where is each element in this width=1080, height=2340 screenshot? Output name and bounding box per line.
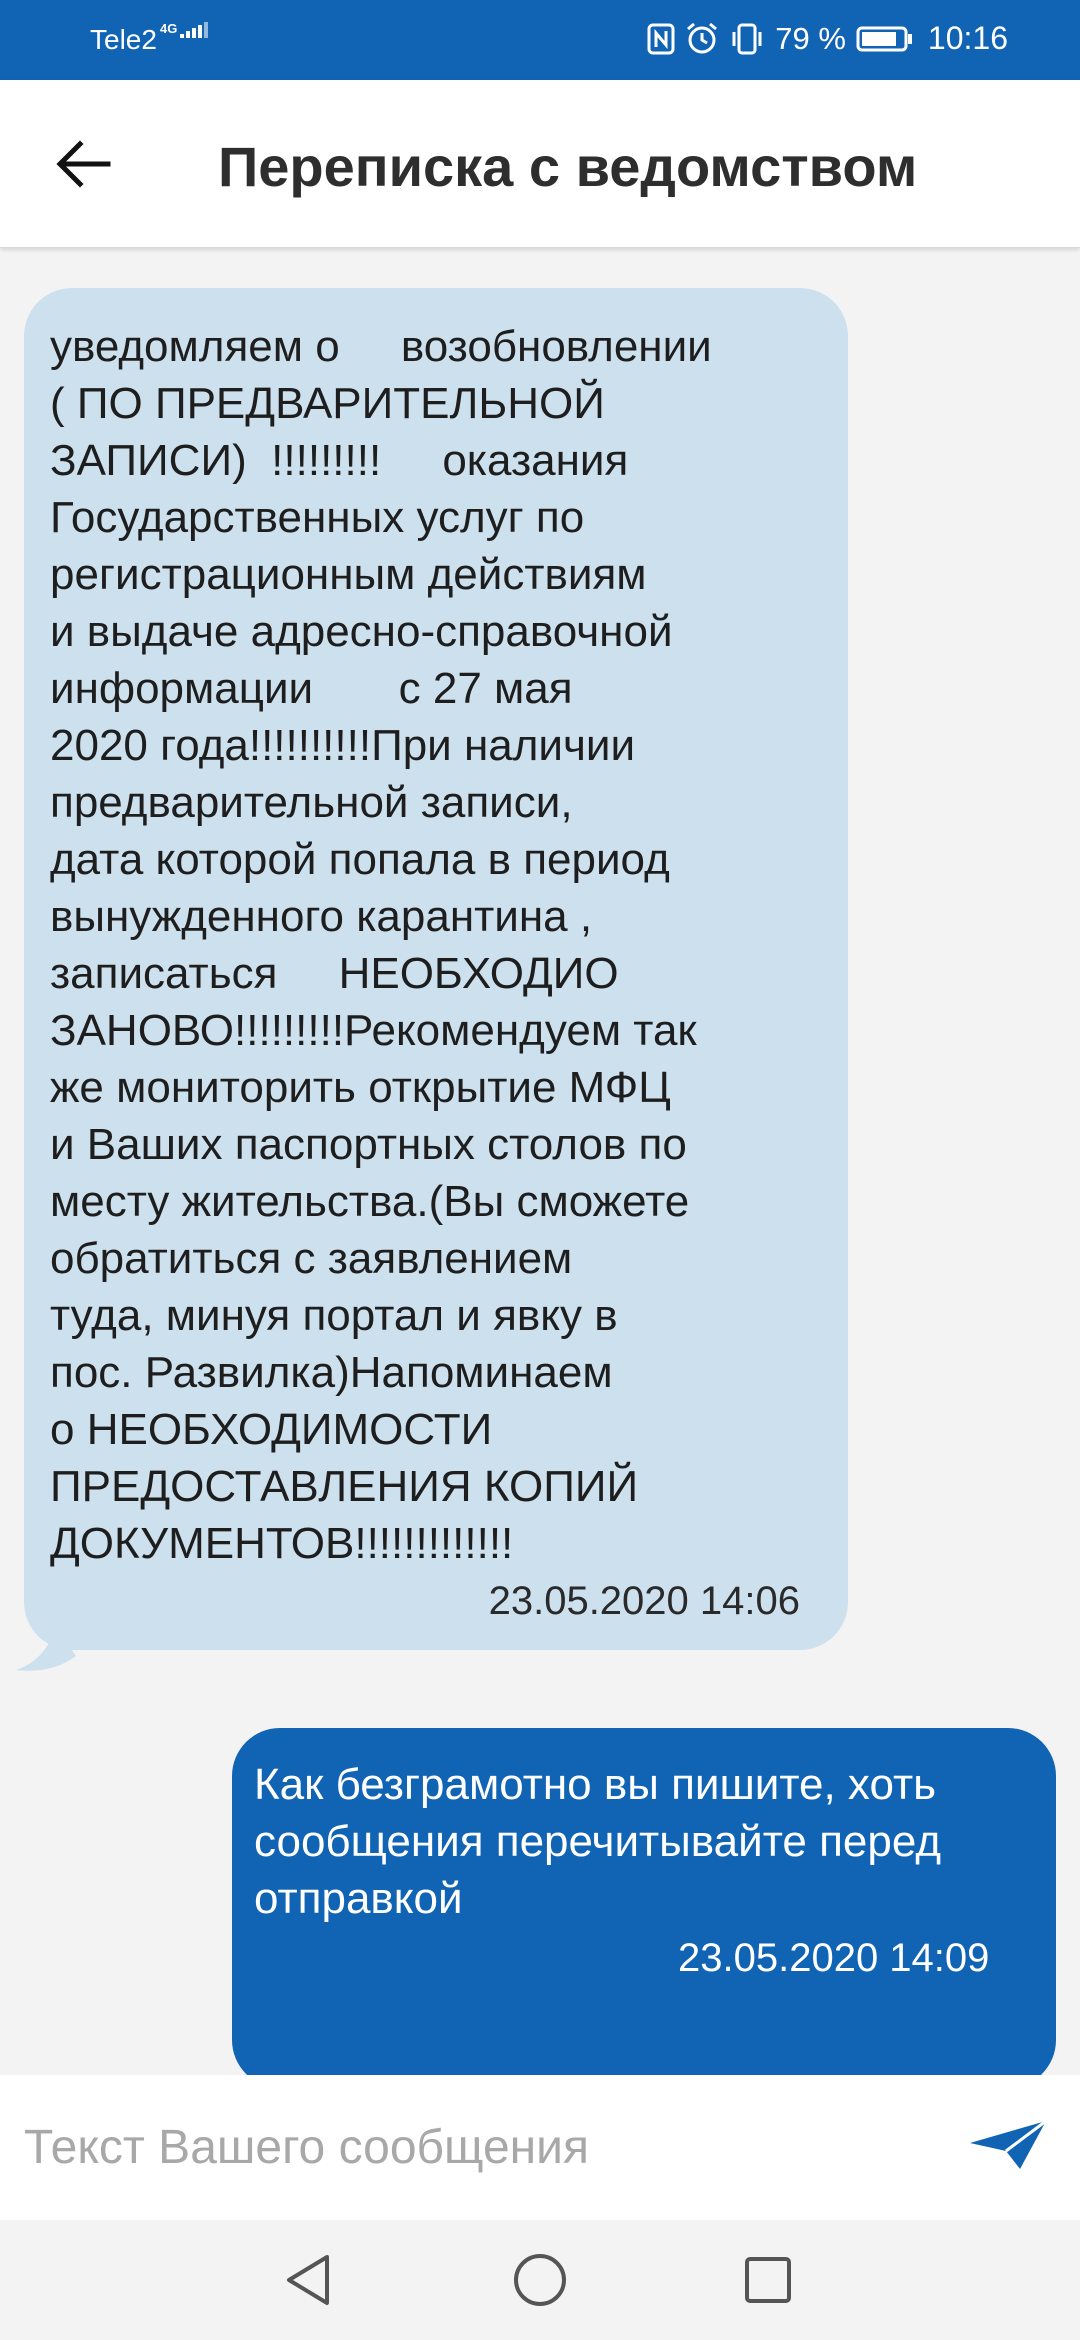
- signal-icon: [180, 22, 210, 43]
- outgoing-message[interactable]: Как безграмотно вы пишите, хоть сообщени…: [232, 1728, 1056, 2075]
- incoming-message-text: уведомляем о возобновлении ( ПО ПРЕДВАРИ…: [50, 322, 712, 1568]
- nav-recents-button[interactable]: [738, 2250, 798, 2310]
- battery-icon: [846, 25, 914, 53]
- chat-area[interactable]: уведомляем о возобновлении ( ПО ПРЕДВАРИ…: [0, 248, 1080, 2075]
- status-bar: Tele2 4G 79 % 10:16: [0, 0, 1080, 80]
- app-bar: Переписка с ведомством: [0, 80, 1080, 248]
- battery-percent: 79 %: [775, 20, 846, 56]
- clock: 10:16: [927, 20, 1008, 56]
- incoming-message[interactable]: уведомляем о возобновлении ( ПО ПРЕДВАРИ…: [24, 288, 848, 1650]
- back-arrow-icon: [56, 140, 111, 188]
- send-button[interactable]: [968, 2117, 1048, 2177]
- network-type: 4G: [160, 21, 178, 36]
- outgoing-message-text: Как безграмотно вы пишите, хоть сообщени…: [254, 1760, 942, 1923]
- carrier-name: Tele2: [90, 24, 157, 55]
- home-circle-icon: [514, 2254, 566, 2306]
- vibrate-icon: [719, 21, 765, 57]
- message-input[interactable]: [24, 2107, 924, 2187]
- send-icon: [970, 2119, 1047, 2169]
- back-triangle-icon: [287, 2255, 329, 2305]
- screen: Tele2 4G 79 % 10:16 Переписка с ведомств…: [0, 0, 1080, 2340]
- alarm-icon: [675, 21, 719, 57]
- back-button[interactable]: [50, 130, 118, 198]
- page-title: Переписка с ведомством: [218, 135, 918, 198]
- composer-bar: [0, 2075, 1080, 2220]
- nav-home-button[interactable]: [510, 2250, 570, 2310]
- nav-back-button[interactable]: [278, 2250, 338, 2310]
- outgoing-message-timestamp: 23.05.2020 14:09: [678, 1936, 990, 1980]
- recents-square-icon: [745, 2257, 791, 2303]
- incoming-message-timestamp: 23.05.2020 14:06: [488, 1579, 800, 1623]
- nfc-icon: [637, 21, 675, 57]
- status-icons: 79 % 10:16: [637, 20, 1008, 57]
- navigation-bar: [0, 2220, 1080, 2340]
